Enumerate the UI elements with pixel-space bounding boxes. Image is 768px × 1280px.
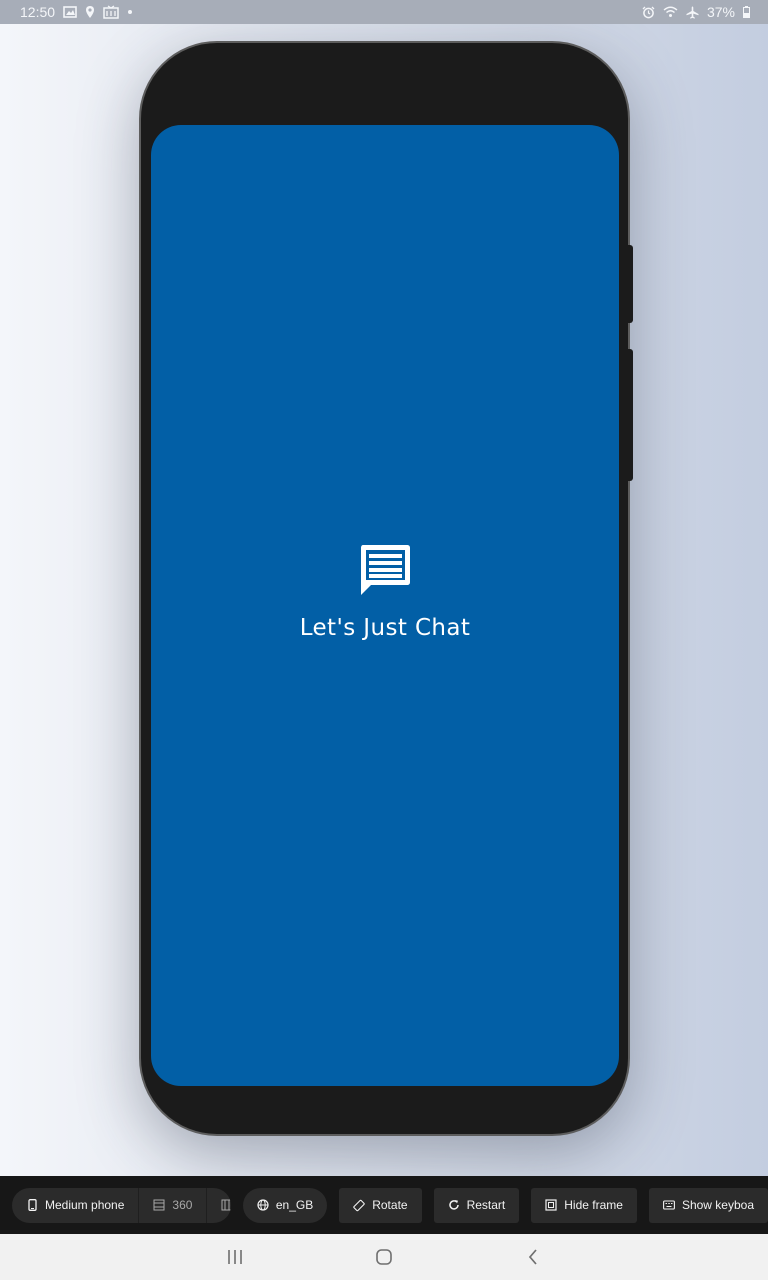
status-time: 12:50 bbox=[20, 4, 56, 20]
gallery-icon bbox=[63, 4, 77, 20]
airplane-icon bbox=[686, 4, 699, 20]
restart-icon bbox=[448, 1199, 460, 1211]
alarm-icon bbox=[642, 4, 655, 20]
keyboard-icon bbox=[663, 1199, 675, 1211]
device-select-button[interactable]: Medium phone bbox=[12, 1188, 138, 1223]
phone-icon bbox=[26, 1199, 38, 1211]
volume-button bbox=[628, 245, 633, 323]
hide-frame-button[interactable]: Hide frame bbox=[531, 1187, 637, 1223]
chat-icon bbox=[357, 541, 413, 597]
width-icon bbox=[153, 1199, 165, 1211]
show-keyboard-label: Show keyboa bbox=[681, 1198, 754, 1212]
rotate-button[interactable]: Rotate bbox=[339, 1187, 422, 1223]
hide-frame-label: Hide frame bbox=[564, 1198, 623, 1212]
battery-percent: 37% bbox=[706, 4, 735, 20]
frame-icon bbox=[545, 1199, 557, 1211]
width-field[interactable]: 360 bbox=[138, 1187, 206, 1223]
height-icon bbox=[221, 1199, 231, 1211]
rotate-icon bbox=[353, 1199, 365, 1211]
show-keyboard-button[interactable]: Show keyboa bbox=[648, 1187, 768, 1223]
status-left: 12:50 bbox=[20, 4, 133, 20]
locale-button[interactable]: en_GB bbox=[242, 1187, 328, 1223]
rotate-label: Rotate bbox=[372, 1198, 408, 1212]
system-nav-bar bbox=[0, 1234, 768, 1280]
device-size-group: Medium phone 360 740 bbox=[12, 1187, 231, 1223]
globe-icon bbox=[257, 1199, 269, 1211]
power-button bbox=[628, 349, 633, 481]
restart-label: Restart bbox=[466, 1198, 506, 1212]
battery-icon bbox=[743, 4, 750, 20]
back-icon[interactable] bbox=[513, 1237, 553, 1277]
app-title: Let's Just Chat bbox=[299, 614, 471, 641]
dot-icon bbox=[127, 4, 133, 20]
device-preview-stage: Let's Just Chat bbox=[0, 24, 768, 1176]
status-right: 37% bbox=[642, 4, 750, 20]
location-icon bbox=[85, 4, 95, 20]
height-field[interactable]: 740 bbox=[206, 1187, 231, 1223]
width-value: 360 bbox=[172, 1198, 193, 1212]
splash-screen[interactable]: Let's Just Chat bbox=[151, 125, 619, 1086]
wifi-icon bbox=[663, 4, 678, 20]
recent-apps-icon[interactable] bbox=[215, 1237, 255, 1277]
phone-frame: Let's Just Chat bbox=[139, 41, 633, 1136]
preview-toolbar: Medium phone 360 740 en_GB Rotate bbox=[0, 1176, 768, 1234]
locale-label: en_GB bbox=[275, 1198, 314, 1212]
cast-icon bbox=[103, 4, 119, 20]
home-icon[interactable] bbox=[364, 1237, 404, 1277]
device-select-label: Medium phone bbox=[45, 1198, 125, 1212]
restart-button[interactable]: Restart bbox=[433, 1187, 520, 1223]
status-bar: 12:50 37% bbox=[0, 0, 768, 24]
